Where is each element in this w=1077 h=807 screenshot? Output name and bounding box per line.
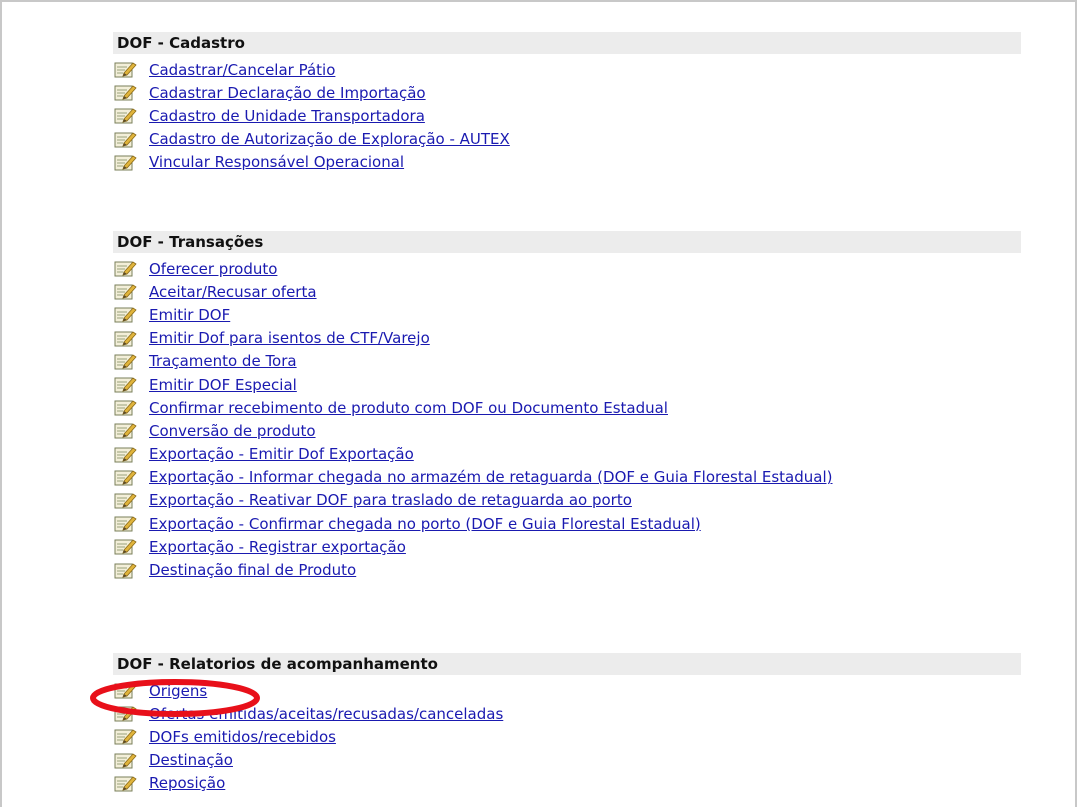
list-item: Aceitar/Recusar oferta <box>113 280 1021 303</box>
edit-document-icon <box>114 470 137 486</box>
list-item: Exportação - Emitir Dof Exportação <box>113 443 1021 466</box>
list-item: Exportação - Registrar exportação <box>113 535 1021 558</box>
link-reposicao[interactable]: Reposição <box>149 774 225 792</box>
link-cadastro-unidade-transportadora[interactable]: Cadastro de Unidade Transportadora <box>149 107 425 125</box>
edit-document-icon <box>114 447 137 463</box>
edit-document-icon <box>114 753 137 769</box>
link-cadastrar-declaracao-importacao[interactable]: Cadastrar Declaração de Importação <box>149 84 426 102</box>
section-title: DOF - Transações <box>113 231 1021 253</box>
list-item: Ofertas emitidas/aceitas/recusadas/cance… <box>113 702 1021 725</box>
edit-document-icon <box>114 539 137 555</box>
link-destinacao[interactable]: Destinação <box>149 751 233 769</box>
edit-document-icon <box>114 493 137 509</box>
link-cadastro-autorizacao-exploracao[interactable]: Cadastro de Autorização de Exploração - … <box>149 130 510 148</box>
list-item: Destinação final de Produto <box>113 558 1021 581</box>
list-item: Confirmar recebimento de produto com DOF… <box>113 396 1021 419</box>
list-item: Emitir DOF <box>113 303 1021 326</box>
list-item: Oferecer produto <box>113 257 1021 280</box>
list-item: Vincular Responsável Operacional <box>113 151 1021 174</box>
list-item: Conversão de produto <box>113 419 1021 442</box>
list-item: Exportação - Informar chegada no armazém… <box>113 466 1021 489</box>
link-conversao-produto[interactable]: Conversão de produto <box>149 422 316 440</box>
list-item: Cadastrar Declaração de Importação <box>113 81 1021 104</box>
link-tracamento-tora[interactable]: Traçamento de Tora <box>149 352 297 370</box>
edit-document-icon <box>114 516 137 532</box>
edit-document-icon <box>114 423 137 439</box>
link-exportacao-emitir[interactable]: Exportação - Emitir Dof Exportação <box>149 445 414 463</box>
section-title: DOF - Relatorios de acompanhamento <box>113 653 1021 675</box>
list-item: Traçamento de Tora <box>113 350 1021 373</box>
list-item: Cadastro de Unidade Transportadora <box>113 104 1021 127</box>
list-item: Exportação - Confirmar chegada no porto … <box>113 512 1021 535</box>
edit-document-icon <box>114 400 137 416</box>
list-item: Emitir Dof para isentos de CTF/Varejo <box>113 327 1021 350</box>
edit-document-icon <box>114 284 137 300</box>
list-item: Exportação - Reativar DOF para traslado … <box>113 489 1021 512</box>
link-list: Oferecer produto Aceitar/Recusar oferta … <box>113 257 1021 582</box>
link-cadastrar-cancelar-patio[interactable]: Cadastrar/Cancelar Pátio <box>149 61 335 79</box>
link-dofs-emitidos-recebidos[interactable]: DOFs emitidos/recebidos <box>149 728 336 746</box>
list-item: DOFs emitidos/recebidos <box>113 725 1021 748</box>
list-item: Emitir DOF Especial <box>113 373 1021 396</box>
page-frame: DOF - Cadastro Cadastrar/Cancelar Pátio … <box>0 0 1077 807</box>
section-transacoes: DOF - Transações Oferecer produto Aceita… <box>113 231 1021 582</box>
edit-document-icon <box>114 62 137 78</box>
link-list: Origens Ofertas emitidas/aceitas/recusad… <box>113 679 1021 795</box>
section-relatorios: DOF - Relatorios de acompanhamento Orige… <box>113 653 1021 795</box>
list-item: Cadastro de Autorização de Exploração - … <box>113 128 1021 151</box>
edit-document-icon <box>114 729 137 745</box>
list-item: Cadastrar/Cancelar Pátio <box>113 58 1021 81</box>
edit-document-icon <box>114 307 137 323</box>
section-title: DOF - Cadastro <box>113 32 1021 54</box>
edit-document-icon <box>114 776 137 792</box>
link-origens[interactable]: Origens <box>149 682 207 700</box>
link-emitir-dof[interactable]: Emitir DOF <box>149 306 230 324</box>
edit-document-icon <box>114 132 137 148</box>
edit-document-icon <box>114 108 137 124</box>
edit-document-icon <box>114 377 137 393</box>
edit-document-icon <box>114 683 137 699</box>
link-destinacao-final[interactable]: Destinação final de Produto <box>149 561 356 579</box>
link-emitir-dof-isentos[interactable]: Emitir Dof para isentos de CTF/Varejo <box>149 329 430 347</box>
link-emitir-dof-especial[interactable]: Emitir DOF Especial <box>149 376 297 394</box>
edit-document-icon <box>114 354 137 370</box>
edit-document-icon <box>114 331 137 347</box>
list-item: Reposição <box>113 772 1021 795</box>
link-exportacao-registrar[interactable]: Exportação - Registrar exportação <box>149 538 406 556</box>
link-confirmar-recebimento[interactable]: Confirmar recebimento de produto com DOF… <box>149 399 668 417</box>
edit-document-icon <box>114 563 137 579</box>
edit-document-icon <box>114 85 137 101</box>
link-vincular-responsavel-operacional[interactable]: Vincular Responsável Operacional <box>149 153 404 171</box>
edit-document-icon <box>114 155 137 171</box>
link-oferecer-produto[interactable]: Oferecer produto <box>149 260 277 278</box>
link-ofertas-emitidas[interactable]: Ofertas emitidas/aceitas/recusadas/cance… <box>149 705 503 723</box>
list-item: Origens <box>113 679 1021 702</box>
link-exportacao-confirmar-porto[interactable]: Exportação - Confirmar chegada no porto … <box>149 515 701 533</box>
link-exportacao-reativar[interactable]: Exportação - Reativar DOF para traslado … <box>149 491 632 509</box>
section-cadastro: DOF - Cadastro Cadastrar/Cancelar Pátio … <box>113 32 1021 174</box>
edit-document-icon <box>114 261 137 277</box>
link-exportacao-informar-chegada[interactable]: Exportação - Informar chegada no armazém… <box>149 468 833 486</box>
link-aceitar-recusar-oferta[interactable]: Aceitar/Recusar oferta <box>149 283 317 301</box>
link-list: Cadastrar/Cancelar Pátio Cadastrar Decla… <box>113 58 1021 174</box>
edit-document-icon <box>114 706 137 722</box>
list-item: Destinação <box>113 749 1021 772</box>
